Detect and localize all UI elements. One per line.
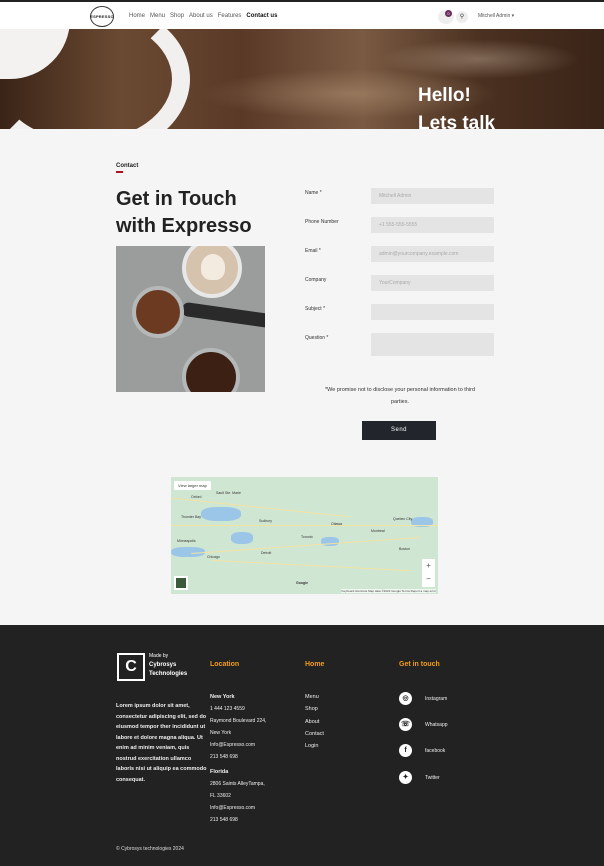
location-title: Location	[210, 661, 240, 668]
main-menu: Home Menu Shop About us Features Contact…	[129, 13, 277, 19]
map-town: Sault Ste. Marie	[216, 491, 241, 495]
chevron-down-icon: ▾	[511, 13, 515, 19]
map-town: Toronto	[301, 535, 313, 539]
map-town: Montreal	[371, 529, 385, 533]
company-row: Company YourCompany	[305, 275, 495, 291]
map-town: Quebec City	[393, 517, 413, 521]
location-list: New York 1 444 123 4559 Raymond Boulevar…	[210, 694, 267, 823]
map-town: Thunder Bay	[181, 515, 202, 519]
twitter-icon: ✦	[399, 771, 412, 784]
footer-link-login[interactable]: Login	[305, 740, 324, 752]
company-label: Company	[305, 277, 327, 283]
menu-item-home[interactable]: Home	[129, 13, 145, 19]
phone-field[interactable]: +1 555-555-5555	[371, 217, 494, 233]
home-title: Home	[305, 661, 325, 668]
phone-label: Phone Number	[305, 219, 339, 225]
map-town: Detroit	[261, 551, 272, 555]
footer-link-about[interactable]: About	[305, 716, 324, 728]
footer-links: Menu Shop About Contact Login	[305, 691, 324, 752]
name-row: Name * Mitchell Admin	[305, 188, 495, 204]
menu-item-about[interactable]: About us	[189, 13, 213, 19]
question-row: Question *	[305, 333, 495, 356]
menu-item-menu[interactable]: Menu	[150, 13, 165, 19]
map-town: Sudbury	[259, 519, 273, 523]
question-label: Question *	[305, 335, 329, 341]
footer: C Made by Cybrosys Technologies Lorem ip…	[0, 625, 604, 866]
section-underline	[116, 171, 123, 173]
email-field[interactable]: admin@yourcompany.example.com	[371, 246, 494, 262]
menu-item-features[interactable]: Features	[218, 13, 242, 19]
site-logo[interactable]: ESPRESSO	[90, 6, 114, 27]
footer-link-menu[interactable]: Menu	[305, 691, 324, 703]
map-attribution[interactable]: Keyboard shortcuts Map data ©2024 Google…	[341, 589, 436, 593]
user-menu[interactable]: Mitchell Admin ▾	[478, 13, 514, 19]
name-field[interactable]: Mitchell Admin	[371, 188, 494, 204]
page-title: Get in Touch with Expresso	[116, 188, 252, 237]
user-name: Mitchell Admin	[478, 13, 511, 19]
top-navbar: ESPRESSO Home Menu Shop About us Feature…	[0, 0, 604, 29]
whatsapp-icon: ☏	[399, 718, 412, 731]
map-town: Minneapolis	[177, 539, 196, 543]
instagram-icon: ◎	[399, 692, 412, 705]
search-icon[interactable]: ⚲	[456, 11, 468, 23]
cart-count-badge: 0	[445, 10, 452, 17]
coffee-photo	[116, 246, 265, 392]
satellite-toggle[interactable]	[174, 576, 188, 590]
privacy-note: *We promise not to disclose your persona…	[325, 387, 475, 405]
menu-item-contact[interactable]: Contact us	[246, 13, 277, 19]
email-row: Email * admin@yourcompany.example.com	[305, 246, 495, 262]
footer-link-shop[interactable]: Shop	[305, 703, 324, 715]
map-town: Boston	[399, 547, 410, 551]
view-larger-map-link[interactable]: View larger map	[174, 481, 211, 490]
subject-label: Subject *	[305, 306, 326, 312]
google-logo: Google	[296, 581, 309, 585]
made-by: Made by Cybrosys Technologies	[149, 653, 188, 677]
copyright: © Cybrosys technologies 2024	[116, 846, 184, 852]
zoom-out-button[interactable]: −	[422, 572, 435, 585]
subject-row: Subject *	[305, 304, 495, 320]
logo-text: ESPRESSO	[90, 14, 114, 19]
footer-link-contact[interactable]: Contact	[305, 728, 324, 740]
send-button[interactable]: Send	[362, 421, 436, 440]
company-field[interactable]: YourCompany	[371, 275, 494, 291]
name-label: Name *	[305, 190, 322, 196]
menu-item-shop[interactable]: Shop	[170, 13, 184, 19]
question-field[interactable]	[371, 333, 494, 356]
map-town: Ottawa	[331, 522, 343, 526]
embedded-map[interactable]: Oxford Sault Ste. Marie Thunder Bay Sudb…	[171, 477, 438, 594]
hero-banner: Hello! Lets talk	[0, 29, 604, 129]
hero-title: Hello! Lets talk	[418, 85, 496, 129]
facebook-icon: f	[399, 744, 412, 757]
zoom-in-button[interactable]: +	[422, 559, 435, 572]
map-zoom-control: + −	[422, 559, 435, 587]
get-in-touch-title: Get in touch	[399, 661, 440, 668]
footer-description: Lorem ipsum dolor sit amet, consectetur …	[116, 703, 207, 783]
email-label: Email *	[305, 248, 321, 254]
phone-row: Phone Number +1 555-555-5555	[305, 217, 495, 233]
subject-field[interactable]	[371, 304, 494, 320]
section-label: Contact	[116, 163, 139, 169]
cybrosys-logo: C	[117, 653, 145, 681]
map-town: Oxford	[191, 495, 202, 499]
map-town: Chicago	[207, 555, 220, 559]
